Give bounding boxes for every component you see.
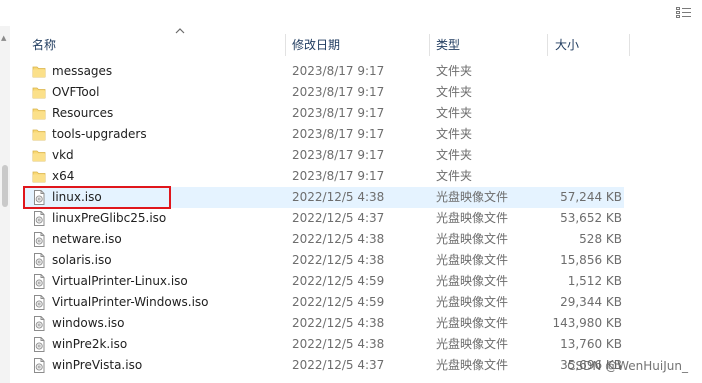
file-name: VirtualPrinter-Windows.iso: [52, 295, 209, 309]
file-type: 光盘映像文件: [436, 232, 509, 246]
file-modified-date: 2022/12/5 4:38: [292, 253, 385, 267]
file-row[interactable]: VirtualPrinter-Linux.iso 2022/12/5 4:59 光盘…: [24, 271, 624, 292]
file-name: winPre2k.iso: [52, 337, 128, 351]
disc-image-icon: [34, 295, 45, 310]
file-name: OVFTool: [52, 85, 100, 99]
disc-image-icon: [34, 253, 45, 268]
file-type: 光盘映像文件: [436, 358, 509, 372]
file-modified-date: 2022/12/5 4:38: [292, 337, 385, 351]
file-row[interactable]: winPreVista.iso 2022/12/5 4:37 光盘映像文件 35,69…: [24, 355, 624, 376]
column-divider[interactable]: [285, 34, 286, 56]
folder-icon: [32, 108, 46, 120]
disc-image-icon: [34, 358, 45, 373]
file-modified-date: 2022/12/5 4:37: [292, 211, 385, 225]
highlight-annotation-box: [23, 186, 171, 209]
file-modified-date: 2023/8/17 9:17: [292, 85, 385, 99]
scroll-up-arrow-icon[interactable]: ▲: [1, 34, 6, 42]
file-name: VirtualPrinter-Linux.iso: [52, 274, 188, 288]
file-modified-date: 2022/12/5 4:37: [292, 358, 385, 372]
folder-icon: [32, 171, 46, 183]
column-header-type[interactable]: 类型: [436, 32, 546, 58]
file-name: linuxPreGlibc25.iso: [52, 211, 167, 225]
folder-icon: [32, 87, 46, 99]
file-name: tools-upgraders: [52, 127, 147, 141]
file-modified-date: 2022/12/5 4:38: [292, 316, 385, 330]
file-modified-date: 2022/12/5 4:59: [292, 274, 385, 288]
file-type: 光盘映像文件: [436, 295, 509, 309]
file-size: 53,652 KB: [560, 211, 622, 225]
folder-icon: [32, 150, 46, 162]
file-row[interactable]: solaris.iso 2022/12/5 4:38 光盘映像文件 15,856 KB: [24, 250, 624, 271]
file-size: 528 KB: [579, 232, 622, 246]
file-size: 1,512 KB: [567, 274, 622, 288]
file-modified-date: 2023/8/17 9:17: [292, 169, 385, 183]
file-row[interactable]: windows.iso 2022/12/5 4:38 光盘映像文件 143,980 K…: [24, 313, 624, 334]
file-row[interactable]: linuxPreGlibc25.iso 2022/12/5 4:37 光盘映像文件 5…: [24, 208, 624, 229]
file-type: 文件夹: [436, 148, 473, 162]
file-row[interactable]: tools-upgraders 2023/8/17 9:17 文件夹: [24, 124, 624, 145]
file-modified-date: 2023/8/17 9:17: [292, 127, 385, 141]
file-name: Resources: [52, 106, 114, 120]
file-name: vkd: [52, 148, 74, 162]
file-type: 光盘映像文件: [436, 253, 509, 267]
file-name: netware.iso: [52, 232, 122, 246]
details-view-icon[interactable]: [676, 7, 692, 19]
file-name: x64: [52, 169, 75, 183]
file-name: winPreVista.iso: [52, 358, 143, 372]
file-type: 文件夹: [436, 106, 473, 120]
folder-icon: [32, 66, 46, 78]
file-row[interactable]: Resources 2023/8/17 9:17 文件夹: [24, 103, 624, 124]
toolbar: [0, 0, 702, 26]
file-row[interactable]: winPre2k.iso 2022/12/5 4:38 光盘映像文件 13,760 K…: [24, 334, 624, 355]
watermark: CSDN @WenHuiJun_: [567, 359, 688, 373]
disc-image-icon: [34, 316, 45, 331]
file-type: 光盘映像文件: [436, 316, 509, 330]
file-size: 57,244 KB: [560, 190, 622, 204]
file-row[interactable]: OVFTool 2023/8/17 9:17 文件夹: [24, 82, 624, 103]
file-modified-date: 2022/12/5 4:59: [292, 295, 385, 309]
file-modified-date: 2023/8/17 9:17: [292, 64, 385, 78]
file-name: messages: [52, 64, 113, 78]
file-type: 文件夹: [436, 169, 473, 183]
file-type: 光盘映像文件: [436, 337, 509, 351]
file-modified-date: 2022/12/5 4:38: [292, 190, 385, 204]
column-divider[interactable]: [547, 34, 548, 56]
file-name: solaris.iso: [52, 253, 112, 267]
column-header: 名称 修改日期 类型 大小: [24, 28, 630, 58]
column-header-size[interactable]: 大小: [555, 32, 625, 58]
file-modified-date: 2023/8/17 9:17: [292, 106, 385, 120]
column-header-name[interactable]: 名称: [32, 32, 282, 58]
scrollbar-thumb[interactable]: [2, 165, 8, 207]
file-type: 文件夹: [436, 127, 473, 141]
folder-icon: [32, 129, 46, 141]
file-row[interactable]: VirtualPrinter-Windows.iso 2022/12/5 4:59…: [24, 292, 624, 313]
disc-image-icon: [34, 337, 45, 352]
column-header-date[interactable]: 修改日期: [292, 32, 428, 58]
file-size: 15,856 KB: [560, 253, 622, 267]
disc-image-icon: [34, 274, 45, 289]
file-size: 13,760 KB: [560, 337, 622, 351]
file-type: 光盘映像文件: [436, 190, 509, 204]
file-size: 143,980 KB: [552, 316, 622, 330]
file-modified-date: 2022/12/5 4:38: [292, 232, 385, 246]
file-row[interactable]: netware.iso 2022/12/5 4:38 光盘映像文件 528 KB: [24, 229, 624, 250]
file-modified-date: 2023/8/17 9:17: [292, 148, 385, 162]
disc-image-icon: [34, 232, 45, 247]
file-row[interactable]: messages 2023/8/17 9:17 文件夹: [24, 61, 624, 82]
file-type: 文件夹: [436, 85, 473, 99]
file-row[interactable]: x64 2023/8/17 9:17 文件夹: [24, 166, 624, 187]
file-type: 文件夹: [436, 64, 473, 78]
file-type: 光盘映像文件: [436, 211, 509, 225]
file-type: 光盘映像文件: [436, 274, 509, 288]
file-row[interactable]: vkd 2023/8/17 9:17 文件夹: [24, 145, 624, 166]
file-size: 29,344 KB: [560, 295, 622, 309]
column-divider[interactable]: [629, 34, 630, 56]
disc-image-icon: [34, 211, 45, 226]
file-name: windows.iso: [52, 316, 125, 330]
column-divider[interactable]: [429, 34, 430, 56]
